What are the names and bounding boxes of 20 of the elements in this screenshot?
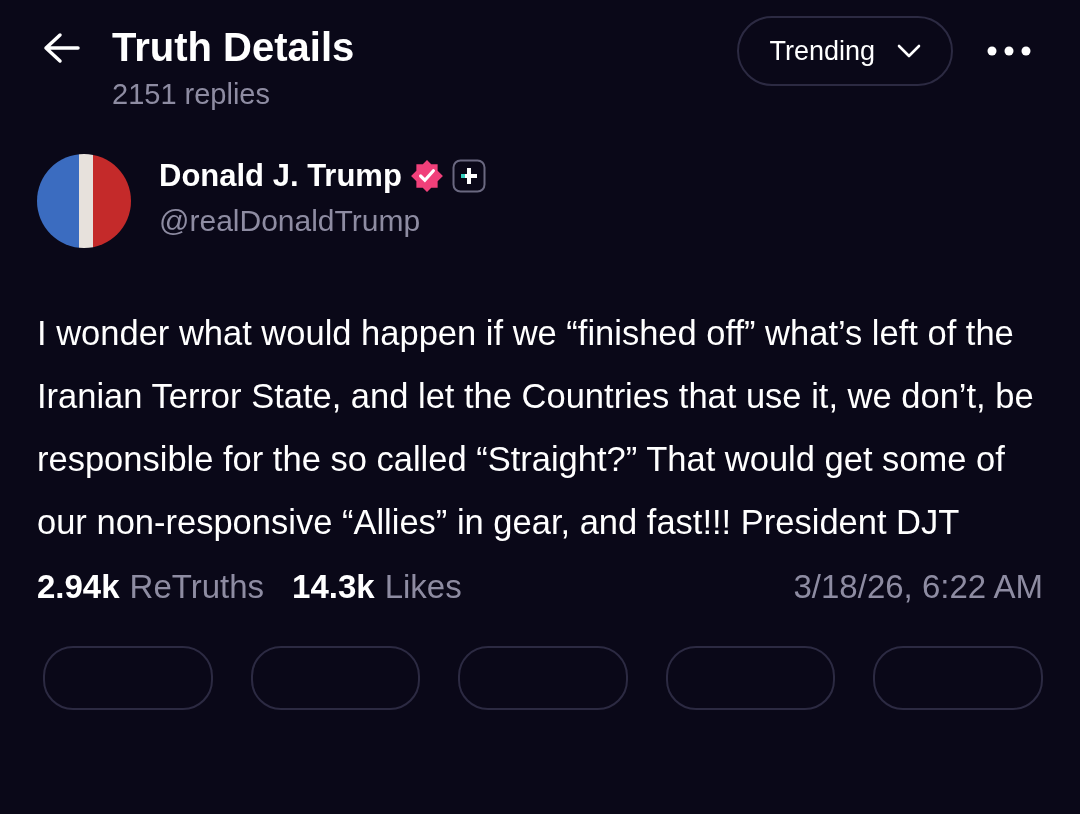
post-timestamp: 3/18/26, 6:22 AM: [793, 568, 1043, 606]
action-button[interactable]: [458, 646, 628, 710]
action-button[interactable]: [43, 646, 213, 710]
author-name[interactable]: Donald J. Trump: [159, 158, 402, 194]
stat-label: Likes: [384, 568, 462, 606]
more-icon[interactable]: [987, 46, 1031, 56]
action-button[interactable]: [250, 646, 421, 710]
plus-badge-icon: [451, 159, 486, 193]
action-button[interactable]: [873, 646, 1043, 710]
stat-label: ReTruths: [129, 568, 265, 606]
reply-count: 2151 replies: [112, 77, 271, 112]
page-title: Truth Details: [112, 24, 356, 71]
chevron-down-icon: [897, 44, 921, 58]
stat-count: 2.94k: [37, 568, 120, 606]
back-arrow-icon[interactable]: [42, 32, 82, 64]
stat-count: 14.3k: [292, 568, 375, 606]
action-button[interactable]: [665, 646, 836, 710]
post-text: I wonder what would happen if we “finished off” what’s left of the Iranian Terror State, and let the Countries that use it, we don’t, be responsible for the so called “Straight?” That would get some of our non-responsive “Allies” in gear, and fast!!! President DJT: [37, 313, 1035, 543]
author-handle[interactable]: @realDonaldTrump: [159, 204, 486, 238]
sort-dropdown[interactable]: Trending: [737, 16, 953, 86]
